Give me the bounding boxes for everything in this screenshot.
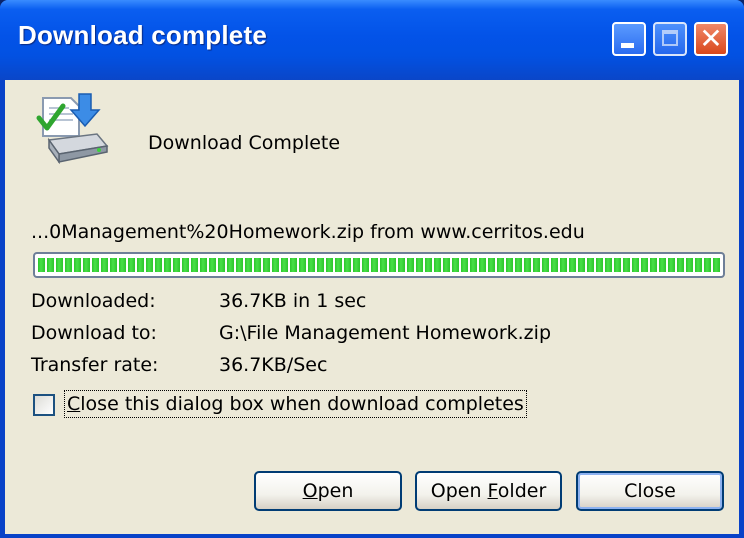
window-title: Download complete [18, 20, 267, 50]
close-icon: ✕ [699, 22, 723, 55]
transfer-rate-value: 36.7KB/Sec [219, 354, 328, 376]
open-folder-rest: older [497, 480, 547, 502]
download-to-value: G:\File Management Homework.zip [219, 322, 551, 344]
open-label-rest: pen [317, 480, 354, 502]
download-dialog: Download complete ✕ Download Complete ..… [0, 0, 744, 538]
download-source-text: ...0Management%20Homework.zip from www.c… [31, 221, 585, 243]
close-on-complete-label-rest: lose this dialog box when download compl… [80, 393, 524, 415]
downloaded-value: 36.7KB in 1 sec [219, 290, 367, 312]
download-progress-bar [33, 252, 725, 278]
open-folder-mnemonic: F [487, 480, 498, 502]
dialog-body: Download Complete ...0Management%20Homew… [5, 80, 739, 534]
open-folder-button[interactable]: Open Folder [415, 471, 562, 511]
open-folder-prefix: Open [430, 480, 488, 502]
close-button[interactable]: Close [576, 471, 724, 511]
status-heading: Download Complete [148, 132, 341, 154]
maximize-button[interactable] [653, 22, 687, 56]
minimize-button[interactable] [612, 22, 646, 56]
maximize-icon [662, 30, 678, 46]
close-on-complete-checkbox[interactable] [33, 394, 55, 416]
open-button[interactable]: Open [254, 471, 402, 511]
close-on-complete-label[interactable]: Close this dialog box when download comp… [64, 390, 527, 418]
progress-fill [38, 258, 720, 272]
transfer-rate-label: Transfer rate: [31, 354, 159, 376]
downloaded-label: Downloaded: [31, 290, 156, 312]
minimize-icon [621, 43, 634, 48]
close-on-complete-option[interactable]: Close this dialog box when download comp… [33, 390, 533, 420]
download-complete-icon [36, 93, 109, 164]
title-bar[interactable]: Download complete ✕ [0, 0, 744, 80]
close-window-button[interactable]: ✕ [694, 22, 728, 56]
open-mnemonic: O [302, 480, 318, 502]
close-on-complete-mnemonic: C [67, 393, 81, 415]
download-to-label: Download to: [31, 322, 157, 344]
